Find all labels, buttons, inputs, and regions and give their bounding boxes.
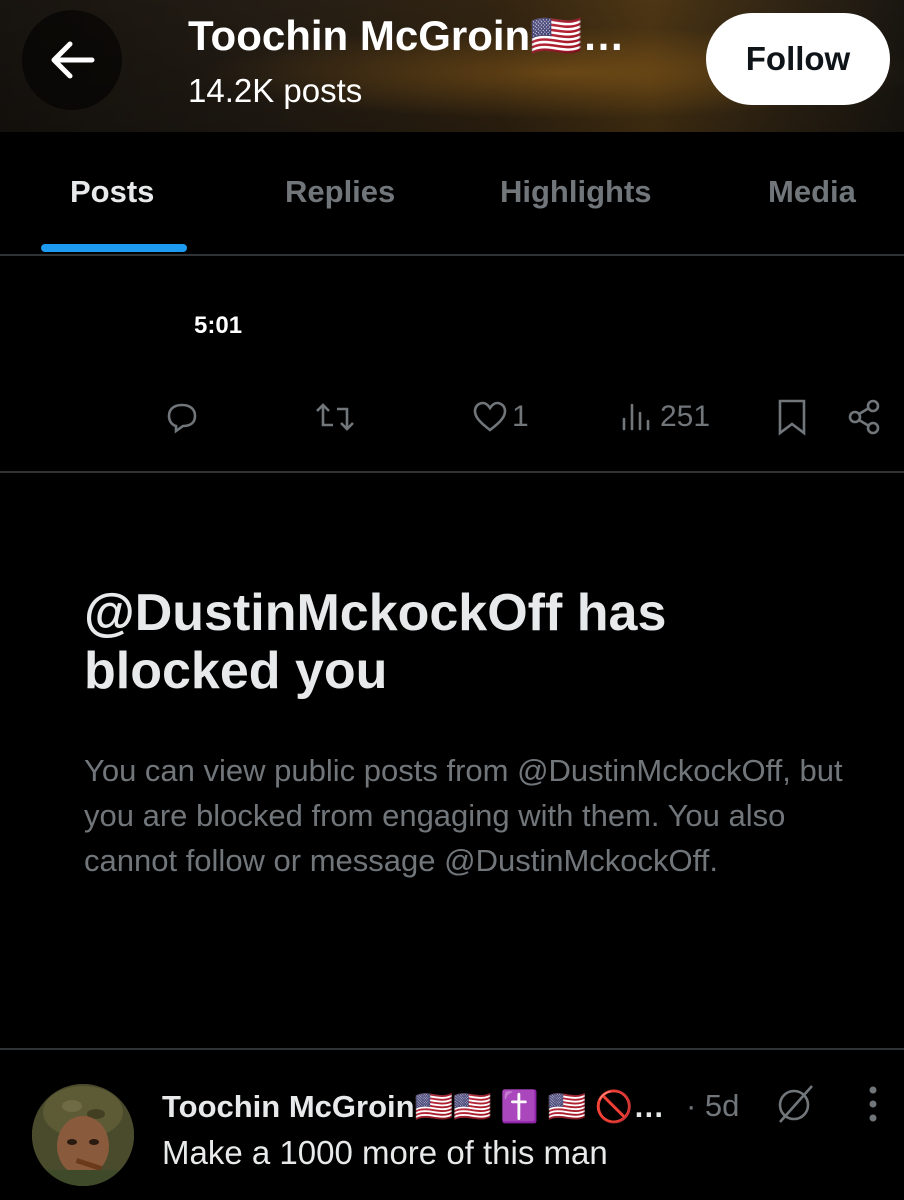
- arrow-left-icon: [51, 41, 95, 79]
- blocked-description: You can view public posts from @DustinMc…: [84, 753, 843, 878]
- tab-highlights[interactable]: Highlights: [500, 174, 652, 210]
- tab-media[interactable]: Media: [768, 174, 856, 210]
- more-options-button[interactable]: [866, 1082, 880, 1126]
- section-divider: [0, 1048, 904, 1050]
- post-author[interactable]: Toochin McGroin🇺🇸🇺🇸 ✝️ 🇺🇸 🚫…: [162, 1088, 664, 1125]
- active-tab-indicator: [41, 244, 187, 252]
- repost-icon: [316, 403, 354, 431]
- post-text: Make a 1000 more of this man: [162, 1134, 608, 1171]
- share-button[interactable]: [846, 395, 882, 439]
- grok-icon: [778, 1085, 813, 1123]
- tab-posts[interactable]: Posts: [70, 174, 154, 210]
- views-button[interactable]: 251: [620, 395, 710, 439]
- reply-button[interactable]: [164, 395, 200, 439]
- tab-replies[interactable]: Replies: [285, 174, 395, 210]
- share-icon: [848, 399, 880, 435]
- like-button[interactable]: 1: [472, 395, 529, 439]
- like-count: 1: [512, 400, 529, 433]
- views-icon: [622, 403, 650, 431]
- view-count: 251: [660, 400, 711, 433]
- back-button[interactable]: [22, 10, 122, 110]
- profile-name: Toochin McGroin🇺🇸…: [188, 12, 625, 59]
- reply-icon: [167, 403, 197, 434]
- video-duration: 5:01: [194, 312, 243, 339]
- heart-icon: [473, 401, 507, 432]
- blocked-title: @DustinMckockOff has blocked you: [84, 584, 667, 700]
- post-divider: [0, 471, 904, 473]
- profile-header: Toochin McGroin🇺🇸… 14.2K posts Follow: [0, 0, 904, 132]
- avatar[interactable]: [32, 1084, 134, 1186]
- bookmark-icon: [778, 399, 806, 436]
- more-vertical-icon: [869, 1086, 877, 1122]
- repost-button[interactable]: [314, 395, 356, 439]
- bookmark-button[interactable]: [776, 395, 808, 439]
- profile-tabs: Posts Replies Highlights Media: [0, 132, 904, 256]
- post-timestamp: · 5d: [686, 1088, 740, 1123]
- grok-button[interactable]: [772, 1082, 818, 1126]
- follow-button[interactable]: Follow: [706, 13, 890, 105]
- post-count: 14.2K posts: [188, 72, 363, 109]
- avatar-image: [32, 1084, 134, 1186]
